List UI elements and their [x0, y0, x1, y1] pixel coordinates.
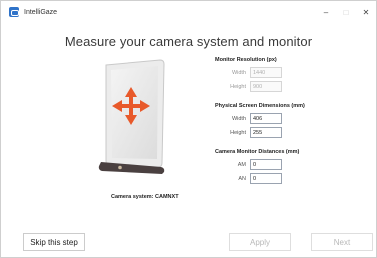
maximize-icon: □: [343, 7, 349, 17]
window-controls: – □ ✕: [316, 1, 376, 23]
am-field[interactable]: 0: [250, 159, 282, 170]
camera-distances-title: Camera Monitor Distances (mm): [215, 149, 300, 155]
physical-width-label: Width: [231, 115, 246, 122]
resolution-width-label: Width: [231, 69, 246, 76]
title-bar: IntelliGaze – □ ✕: [1, 1, 376, 23]
monitor-resolution-title: Monitor Resolution (px): [215, 57, 277, 63]
monitor-screen: [111, 66, 158, 159]
monitor-illustration: [98, 59, 165, 174]
camera-distances-section: Camera Monitor Distances (mm) AM 0 AN 0: [215, 149, 335, 184]
resolution-height-field: 900: [250, 81, 282, 92]
physical-dimensions-section: Physical Screen Dimensions (mm) Width 40…: [215, 103, 335, 138]
close-icon[interactable]: ✕: [356, 1, 376, 23]
app-logo-icon: [9, 7, 19, 17]
an-row: AN 0: [215, 173, 335, 184]
physical-height-label: Height: [230, 129, 246, 136]
am-row: AM 0: [215, 159, 335, 170]
measurements-form: Monitor Resolution (px) Width 1440 Heigh…: [215, 57, 335, 195]
resolution-height-row: Height 900: [215, 81, 335, 92]
app-window: IntelliGaze – □ ✕ Measure your camera sy…: [0, 0, 377, 258]
resolution-width-field: 1440: [250, 67, 282, 78]
an-label: AN: [238, 175, 246, 182]
physical-width-row: Width 406: [215, 113, 335, 124]
apply-button[interactable]: Apply: [229, 233, 291, 251]
skip-step-button[interactable]: Skip this step: [23, 233, 85, 251]
next-button[interactable]: Next: [311, 233, 373, 251]
physical-height-field[interactable]: 255: [250, 127, 282, 138]
physical-height-row: Height 255: [215, 127, 335, 138]
page-title: Measure your camera system and monitor: [64, 34, 313, 49]
physical-dimensions-title: Physical Screen Dimensions (mm): [215, 103, 305, 109]
physical-width-field[interactable]: 406: [250, 113, 282, 124]
camera-system-label: Camera system: CAMNXT: [111, 194, 179, 200]
minimize-icon[interactable]: –: [316, 1, 336, 23]
resolution-width-row: Width 1440: [215, 67, 335, 78]
resolution-height-label: Height: [230, 83, 246, 90]
am-label: AM: [237, 161, 246, 168]
monitor-resolution-section: Monitor Resolution (px) Width 1440 Heigh…: [215, 57, 335, 92]
an-field[interactable]: 0: [250, 173, 282, 184]
window-title: IntelliGaze: [24, 8, 58, 16]
